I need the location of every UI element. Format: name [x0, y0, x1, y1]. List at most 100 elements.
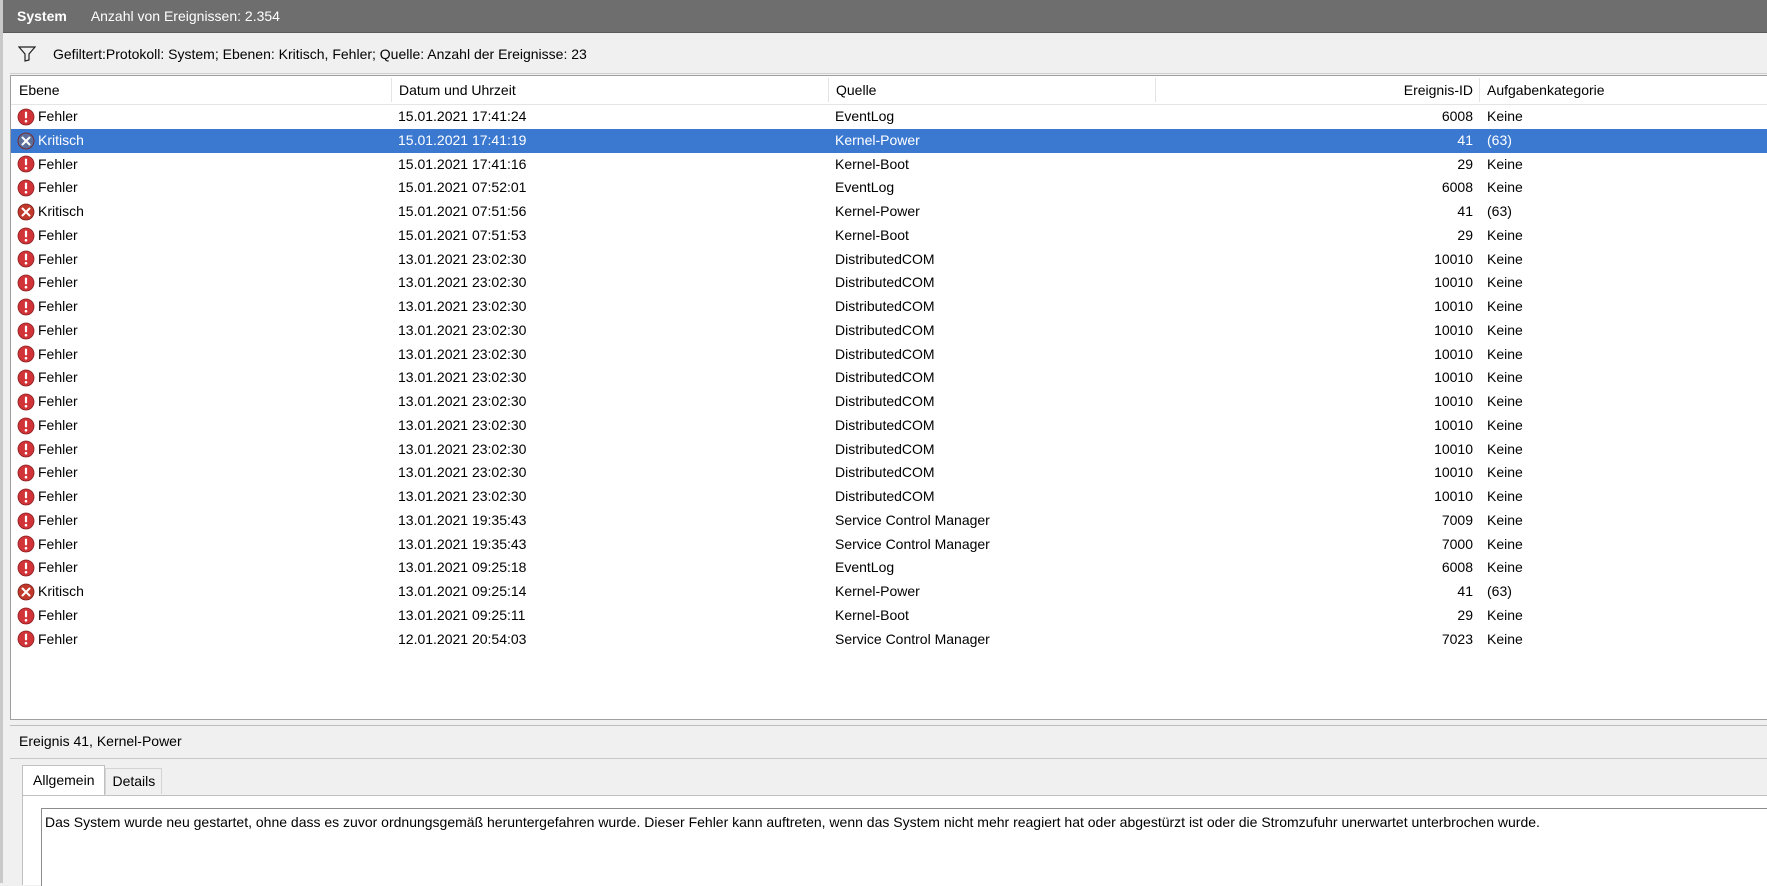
event-level-cell: Fehler: [17, 533, 78, 557]
column-header-event-id[interactable]: Ereignis-ID: [1404, 76, 1473, 104]
column-separator[interactable]: [1479, 78, 1480, 102]
error-icon: [17, 607, 35, 625]
event-id: 41: [1457, 203, 1473, 219]
event-source: DistributedCOM: [835, 416, 935, 433]
event-row[interactable]: Fehler 13.01.2021 19:35:43 Service Control…: [11, 533, 1767, 557]
event-row[interactable]: Fehler 15.01.2021 07:52:01 EventLog 6008 Kei…: [11, 176, 1767, 200]
event-level-cell: Fehler: [17, 153, 78, 177]
event-row[interactable]: Fehler 15.01.2021 07:51:53 Kernel-Boot 29 Ke…: [11, 224, 1767, 248]
event-category: Keine: [1487, 488, 1523, 504]
event-id: 6008: [1441, 108, 1473, 124]
event-source: DistributedCOM: [835, 369, 935, 386]
event-date: 13.01.2021 23:02:30: [398, 393, 527, 409]
event-id: 10010: [1434, 488, 1473, 504]
event-category: Keine: [1487, 630, 1523, 647]
event-level-cell: Fehler: [17, 271, 78, 295]
event-row[interactable]: Fehler 12.01.2021 20:54:03 Service Control…: [11, 628, 1767, 652]
event-row[interactable]: Fehler 13.01.2021 23:02:30 DistributedCOM 1…: [11, 248, 1767, 272]
event-level: Fehler: [38, 369, 78, 386]
event-row[interactable]: Fehler 13.01.2021 23:02:30 DistributedCOM 1…: [11, 461, 1767, 485]
event-row[interactable]: Fehler 13.01.2021 23:02:30 DistributedCOM 1…: [11, 366, 1767, 390]
event-level: Fehler: [38, 274, 78, 291]
column-separator[interactable]: [1155, 78, 1156, 102]
event-date: 13.01.2021 09:25:18: [398, 559, 527, 576]
event-level: Fehler: [38, 393, 78, 409]
event-row[interactable]: Fehler 13.01.2021 23:02:30 DistributedCOM 1…: [11, 343, 1767, 367]
event-id: 10010: [1434, 250, 1473, 267]
event-source: DistributedCOM: [835, 298, 935, 314]
event-row[interactable]: Fehler 13.01.2021 19:35:43 Service Control…: [11, 509, 1767, 533]
event-date: 15.01.2021 17:41:24: [398, 108, 527, 124]
event-row[interactable]: Fehler 13.01.2021 23:02:30 DistributedCOM 1…: [11, 438, 1767, 462]
log-title-bar: System Anzahl von Ereignissen: 2.354: [3, 0, 1767, 33]
event-date: 15.01.2021 07:52:01: [398, 179, 527, 196]
event-level-cell: Fehler: [17, 438, 78, 462]
event-date: 13.01.2021 23:02:30: [398, 440, 527, 457]
event-row[interactable]: Fehler 13.01.2021 23:02:30 DistributedCOM 1…: [11, 485, 1767, 509]
event-source: EventLog: [835, 559, 895, 576]
column-header-date[interactable]: Datum und Uhrzeit: [399, 76, 516, 104]
tab-allgemein[interactable]: Allgemein: [22, 765, 106, 796]
event-source: Kernel-Boot: [835, 155, 909, 172]
event-id: 10010: [1434, 321, 1473, 338]
event-level-cell: Fehler: [17, 485, 78, 509]
event-level: Fehler: [38, 179, 78, 196]
event-source: DistributedCOM: [835, 393, 935, 409]
event-id: 41: [1457, 131, 1473, 148]
event-id: 29: [1457, 155, 1473, 172]
event-id: 10010: [1434, 298, 1473, 314]
event-id: 10010: [1434, 393, 1473, 409]
event-date: 13.01.2021 09:25:11: [398, 606, 526, 623]
filter-description: Gefiltert:Protokoll: System; Ebenen: Kri…: [53, 46, 587, 62]
event-row[interactable]: Fehler 13.01.2021 09:25:18 EventLog 6008 Kei…: [11, 556, 1767, 580]
event-level-cell: Fehler: [17, 343, 78, 367]
column-separator[interactable]: [828, 78, 829, 102]
filter-icon[interactable]: [18, 46, 36, 62]
event-id: 10010: [1434, 464, 1473, 481]
tab-details[interactable]: Details: [105, 768, 163, 794]
event-level: Kritisch: [38, 131, 84, 148]
error-icon: [17, 535, 35, 553]
column-separator[interactable]: [391, 78, 392, 102]
event-category: Keine: [1487, 274, 1523, 291]
event-level-cell: Kritisch: [17, 200, 84, 224]
event-id: 10010: [1434, 369, 1473, 386]
event-category: Keine: [1487, 559, 1523, 576]
event-source: Kernel-Boot: [835, 226, 909, 243]
event-category: Keine: [1487, 345, 1523, 362]
critical-icon: [17, 203, 35, 221]
event-row[interactable]: Kritisch 15.01.2021 17:41:19 Kernel-Power 4…: [11, 128, 1767, 153]
event-category: Keine: [1487, 226, 1523, 243]
event-row[interactable]: Kritisch 15.01.2021 07:51:56 Kernel-Power 4…: [11, 200, 1767, 224]
event-id: 7009: [1441, 511, 1473, 528]
event-row[interactable]: Fehler 15.01.2021 17:41:16 Kernel-Boot 29 Ke…: [11, 153, 1767, 177]
event-description-box[interactable]: Das System wurde neu gestartet, ohne das…: [41, 808, 1767, 886]
event-detail-title: Ereignis 41, Kernel-Power: [19, 733, 182, 749]
event-row[interactable]: Fehler 15.01.2021 17:41:24 EventLog 6008 Kei…: [11, 105, 1767, 129]
event-level: Fehler: [38, 511, 78, 528]
error-icon: [17, 227, 35, 245]
event-row[interactable]: Kritisch 13.01.2021 09:25:14 Kernel-Power 4…: [11, 580, 1767, 604]
error-icon: [17, 298, 35, 316]
event-id: 7000: [1441, 535, 1473, 552]
event-list[interactable]: Ebene Datum und Uhrzeit Quelle Ereignis-…: [10, 75, 1767, 720]
error-icon: [17, 559, 35, 577]
event-level: Fehler: [38, 488, 78, 504]
event-level-cell: Fehler: [17, 414, 78, 438]
column-header-category[interactable]: Aufgabenkategorie: [1487, 76, 1605, 104]
event-level: Fehler: [38, 321, 78, 338]
event-row[interactable]: Fehler 13.01.2021 23:02:30 DistributedCOM 1…: [11, 271, 1767, 295]
event-category: Keine: [1487, 250, 1523, 267]
event-row[interactable]: Fehler 13.01.2021 23:02:30 DistributedCOM 1…: [11, 390, 1767, 414]
column-header-source[interactable]: Quelle: [836, 76, 876, 104]
event-row[interactable]: Fehler 13.01.2021 23:02:30 DistributedCOM 1…: [11, 295, 1767, 319]
event-id: 10010: [1434, 440, 1473, 457]
event-row[interactable]: Fehler 13.01.2021 23:02:30 DistributedCOM 1…: [11, 319, 1767, 343]
critical-icon: [17, 132, 35, 150]
event-level: Fehler: [38, 440, 78, 457]
column-header-level[interactable]: Ebene: [19, 76, 59, 104]
event-source: DistributedCOM: [835, 440, 935, 457]
event-row[interactable]: Fehler 13.01.2021 09:25:11 Kernel-Boot 29 Ke…: [11, 604, 1767, 628]
event-id: 29: [1457, 226, 1473, 243]
event-row[interactable]: Fehler 13.01.2021 23:02:30 DistributedCOM 1…: [11, 414, 1767, 438]
